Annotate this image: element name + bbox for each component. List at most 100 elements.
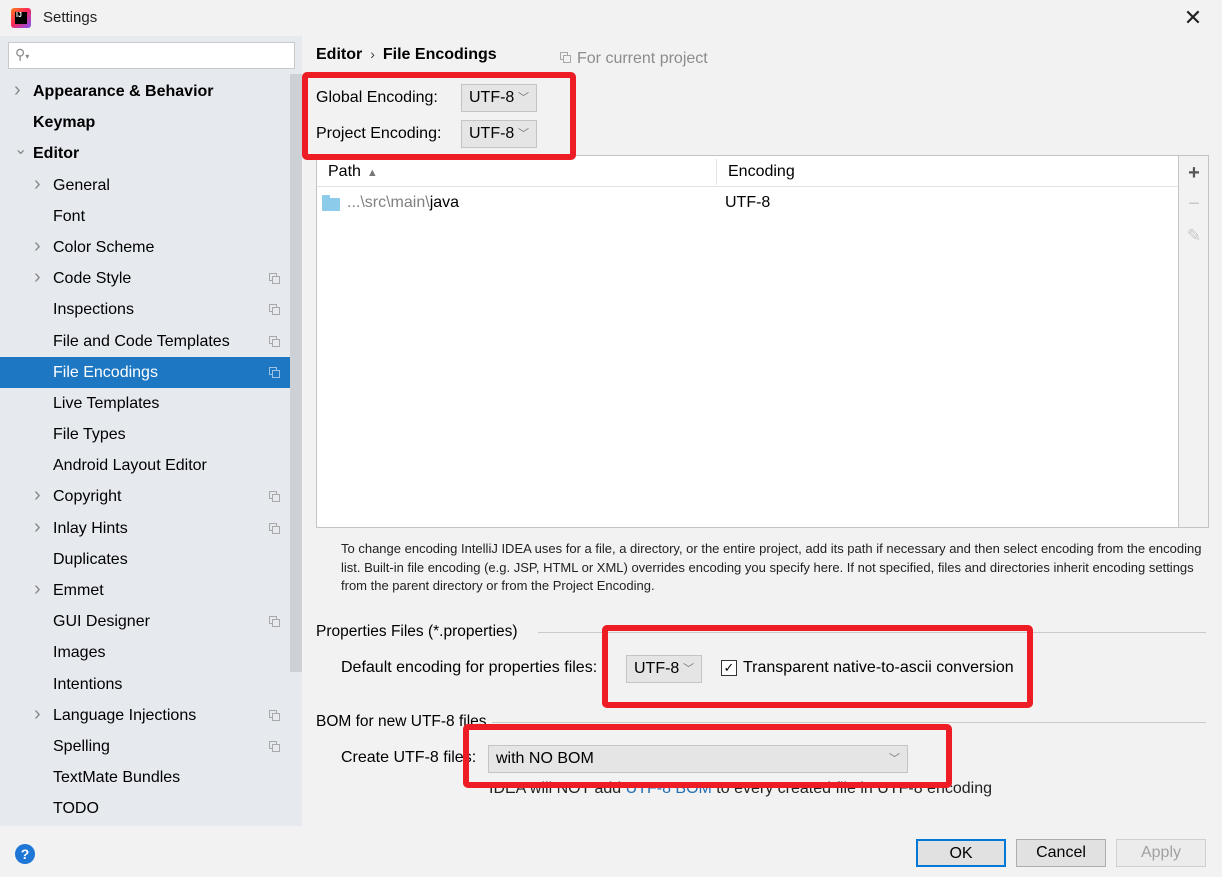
column-divider[interactable]	[716, 159, 717, 185]
chevron-right-icon[interactable]: ›	[34, 512, 41, 543]
sidebar-item-label: Keymap	[33, 114, 96, 132]
help-button[interactable]: ?	[15, 844, 35, 864]
sidebar-item-editor[interactable]: ⌄ Editor	[0, 138, 290, 169]
sidebar-scrollbar[interactable]	[290, 74, 302, 672]
sidebar-item-label: Spelling	[53, 737, 110, 755]
remove-path-button[interactable]: −	[1179, 189, 1209, 219]
chevron-right-icon[interactable]: ›	[34, 262, 41, 293]
sidebar-item-file-encodings[interactable]: File Encodings	[0, 356, 302, 388]
sidebar-item-label: Appearance & Behavior	[33, 83, 214, 100]
chevron-down-icon: ﹀	[518, 92, 529, 104]
chevron-right-icon[interactable]: ›	[14, 75, 21, 106]
ok-button[interactable]: OK	[916, 839, 1006, 867]
encoding-help-text: To change encoding IntelliJ IDEA uses fo…	[341, 541, 1202, 593]
project-scope-icon	[269, 616, 280, 628]
sidebar-item-gui-designer[interactable]: GUI Designer	[0, 606, 290, 637]
native-to-ascii-checkbox[interactable]: ✓	[721, 660, 737, 676]
chevron-down-icon: ﹀	[683, 663, 694, 675]
apply-button[interactable]: Apply	[1116, 839, 1206, 867]
sidebar-item-label: Color Scheme	[53, 238, 155, 256]
bom-dropdown-value: with NO BOM	[496, 750, 594, 767]
sidebar-item-label: Editor	[33, 145, 80, 163]
chevron-right-icon[interactable]: ›	[34, 574, 41, 605]
global-encoding-row: Global Encoding: UTF-8 ﹀	[316, 84, 546, 112]
bom-hint-text: IDEA will NOT add	[489, 780, 626, 797]
sidebar-item-color-scheme[interactable]: › Color Scheme	[0, 232, 290, 263]
sidebar-item-label: General	[53, 176, 110, 194]
native-to-ascii-label[interactable]: Transparent native-to-ascii conversion	[743, 659, 1014, 677]
sidebar-item-intentions[interactable]: Intentions	[0, 669, 290, 700]
chevron-right-icon[interactable]: ›	[34, 169, 41, 200]
sidebar-item-file-types[interactable]: File Types	[0, 419, 290, 450]
sidebar-item-appearance-behavior[interactable]: › Appearance & Behavior	[0, 76, 290, 107]
help-icon: ?	[20, 846, 30, 862]
sidebar-item-emmet[interactable]: › Emmet	[0, 575, 290, 606]
global-encoding-dropdown[interactable]: UTF-8 ﹀	[461, 84, 537, 112]
global-encoding-label: Global Encoding:	[316, 89, 438, 106]
table-row[interactable]: ...\src\main\java UTF-8	[317, 188, 1178, 218]
sidebar-item-android-layout-editor[interactable]: Android Layout Editor	[0, 450, 290, 481]
title-bar: IJ Settings ✕	[0, 0, 1222, 36]
bom-hint: IDEA will NOT add UTF-8 BOM to every cre…	[489, 780, 992, 798]
project-encoding-dropdown[interactable]: UTF-8 ﹀	[461, 120, 537, 148]
close-button[interactable]: ✕	[1178, 5, 1208, 31]
path-name: java	[429, 194, 460, 211]
chevron-down-icon[interactable]: ⌄	[14, 134, 27, 165]
sidebar-item-font[interactable]: Font	[0, 201, 290, 232]
sidebar-item-general[interactable]: › General	[0, 170, 290, 201]
sidebar-item-inlay-hints[interactable]: › Inlay Hints	[0, 513, 290, 544]
breadcrumb-parent[interactable]: Editor	[316, 46, 362, 63]
column-header-encoding[interactable]: Encoding	[728, 156, 795, 187]
bom-dropdown[interactable]: with NO BOM ﹀	[488, 745, 908, 773]
project-scope-icon	[269, 709, 280, 721]
chevron-right-icon[interactable]: ›	[34, 480, 41, 511]
cancel-button[interactable]: Cancel	[1016, 839, 1106, 867]
utf8-bom-link[interactable]: UTF-8 BOM	[626, 780, 712, 797]
table-header: Path ▲ Encoding	[317, 156, 1178, 187]
sidebar-item-spelling[interactable]: Spelling	[0, 731, 290, 762]
sidebar-item-label: Inlay Hints	[53, 519, 128, 537]
edit-path-button[interactable]: ✎	[1179, 221, 1209, 251]
sidebar-item-label: File Encodings	[53, 363, 158, 381]
sidebar-item-copyright[interactable]: › Copyright	[0, 481, 290, 512]
sidebar-item-inspections[interactable]: Inspections	[0, 294, 290, 325]
properties-encoding-value: UTF-8	[634, 660, 680, 677]
project-scope-icon	[269, 740, 280, 752]
chevron-down-icon: ﹀	[889, 753, 900, 765]
sidebar-item-label: TextMate Bundles	[53, 769, 181, 787]
sidebar-item-images[interactable]: Images	[0, 637, 290, 668]
sidebar-item-textmate-bundles[interactable]: TextMate Bundles	[0, 762, 290, 793]
sidebar-item-code-style[interactable]: › Code Style	[0, 263, 290, 294]
sidebar-item-label: Inspections	[53, 301, 134, 319]
project-scope-icon	[269, 522, 280, 534]
chevron-right-icon[interactable]: ›	[34, 699, 41, 730]
sidebar-item-label: Duplicates	[53, 550, 128, 568]
search-icon: ⚲▾	[15, 46, 30, 62]
search-box[interactable]: ⚲▾	[8, 42, 295, 69]
sidebar-item-file-and-code-templates[interactable]: File and Code Templates	[0, 326, 290, 357]
breadcrumb-separator: ›	[370, 46, 375, 62]
sidebar-item-language-injections[interactable]: › Language Injections	[0, 700, 290, 731]
column-header-path[interactable]: Path ▲	[328, 156, 378, 187]
bom-hint-text-end: to every created file in UTF-8 encoding	[711, 780, 992, 797]
scope-note: For current project	[560, 50, 708, 68]
global-encoding-value: UTF-8	[469, 89, 515, 106]
sidebar-item-label: TODO	[53, 800, 99, 818]
sidebar-item-todo[interactable]: TODO	[0, 793, 290, 824]
sidebar-item-keymap[interactable]: Keymap	[0, 107, 290, 138]
sidebar-item-live-templates[interactable]: Live Templates	[0, 388, 290, 419]
add-path-button[interactable]: +	[1179, 158, 1209, 188]
dialog-footer: ? OK Cancel Apply	[0, 826, 1222, 877]
chevron-right-icon[interactable]: ›	[34, 231, 41, 262]
sidebar-item-duplicates[interactable]: Duplicates	[0, 544, 290, 575]
search-input[interactable]	[33, 45, 288, 66]
pencil-icon: ✎	[1186, 226, 1202, 245]
sidebar-item-label: Code Style	[53, 270, 132, 288]
encoding-cell[interactable]: UTF-8	[725, 188, 770, 218]
settings-tree: › Appearance & Behavior Keymap ⌄ Editor › Gene…	[0, 76, 302, 825]
scope-note-text: For current project	[577, 50, 708, 67]
table-toolbar: + − ✎	[1178, 156, 1208, 527]
column-header-path-label: Path	[328, 163, 361, 180]
properties-encoding-dropdown[interactable]: UTF-8 ﹀	[626, 655, 702, 683]
sidebar-item-label: GUI Designer	[53, 613, 150, 631]
